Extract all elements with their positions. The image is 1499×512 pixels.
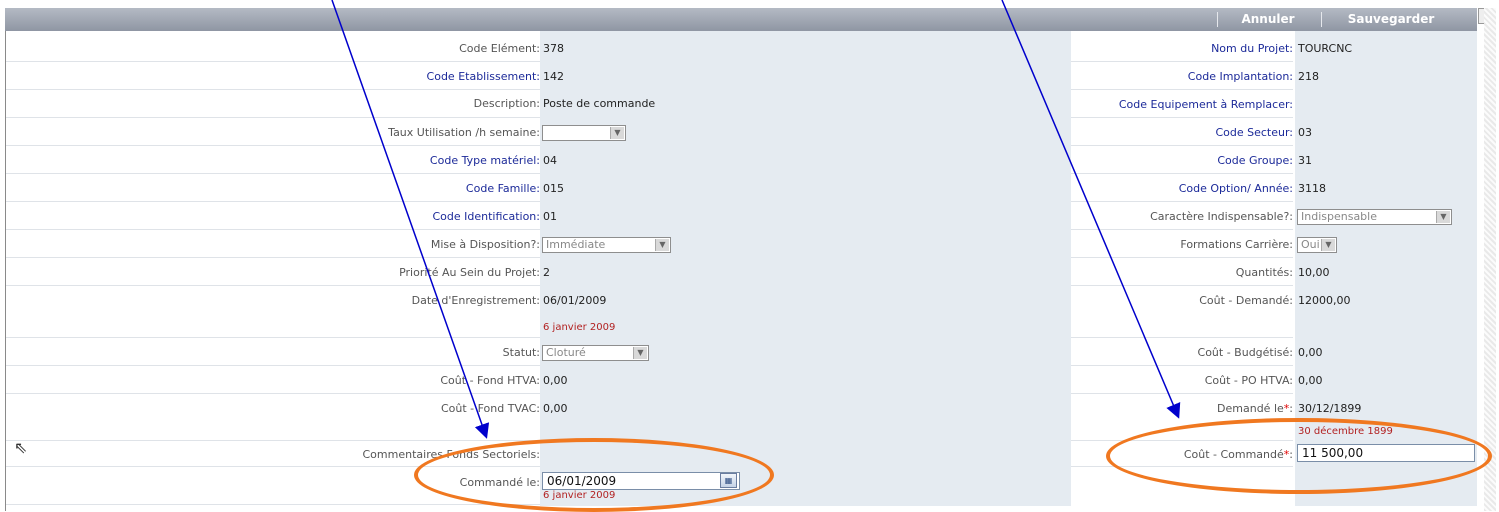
mouse-pointer-icon: ⇖ xyxy=(14,438,28,457)
annotation-arrow-left xyxy=(331,0,490,439)
annotation-arrows xyxy=(331,0,1181,439)
annotation-arrow-right xyxy=(1001,0,1181,419)
